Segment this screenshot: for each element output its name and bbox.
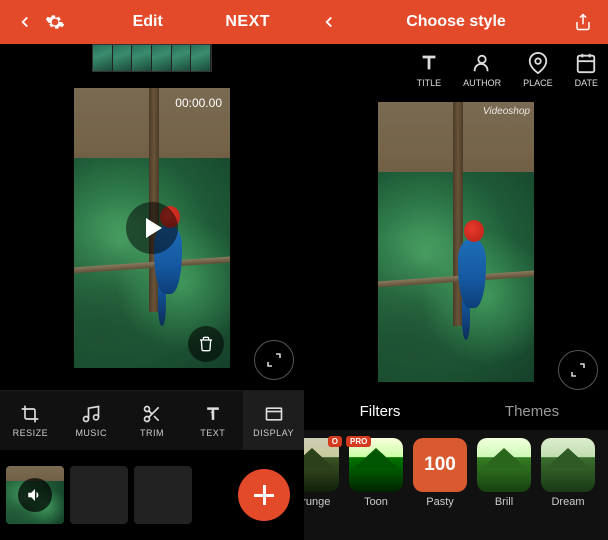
tab-themes[interactable]: Themes bbox=[456, 394, 608, 430]
filter-brill[interactable]: Brill bbox=[476, 438, 532, 508]
tool-display[interactable]: DISPLAY bbox=[243, 391, 304, 450]
clip-empty-slot[interactable] bbox=[70, 466, 128, 524]
style-video-preview[interactable]: Videoshop bbox=[378, 102, 534, 382]
add-clip-button[interactable] bbox=[238, 469, 290, 521]
meta-author[interactable]: AUTHOR bbox=[463, 52, 501, 102]
meta-label: PLACE bbox=[523, 78, 553, 88]
filter-label: Toon bbox=[364, 496, 388, 508]
fullscreen-button[interactable] bbox=[254, 340, 294, 380]
tool-text[interactable]: TEXT bbox=[182, 391, 243, 450]
filter-label: Brill bbox=[495, 496, 513, 508]
crop-icon bbox=[20, 404, 40, 424]
filter-dream[interactable]: Dream bbox=[540, 438, 596, 508]
timecode-label: 00:00.00 bbox=[175, 96, 222, 110]
edit-title: Edit bbox=[133, 13, 163, 31]
meta-title[interactable]: TITLE bbox=[417, 52, 442, 102]
text-icon bbox=[203, 404, 223, 424]
tool-resize[interactable]: RESIZE bbox=[0, 391, 61, 450]
meta-date[interactable]: DATE bbox=[575, 52, 598, 102]
filter-label: Pasty bbox=[426, 496, 454, 508]
video-preview[interactable]: 00:00.00 bbox=[74, 88, 230, 368]
filter-toon[interactable]: PRO Toon bbox=[348, 438, 404, 508]
play-button[interactable] bbox=[126, 202, 178, 254]
tool-trim[interactable]: TRIM bbox=[122, 391, 183, 450]
sound-icon bbox=[18, 478, 52, 512]
meta-label: DATE bbox=[575, 78, 598, 88]
edit-toolbar: RESIZE MUSIC TRIM TEXT DISPLAY bbox=[0, 390, 304, 450]
tool-label: TEXT bbox=[200, 428, 225, 438]
back-button[interactable] bbox=[314, 7, 344, 37]
preview-area: 00:00.00 bbox=[0, 44, 304, 390]
tool-music[interactable]: MUSIC bbox=[61, 391, 122, 450]
meta-label: TITLE bbox=[417, 78, 442, 88]
pro-badge: O bbox=[328, 436, 342, 447]
meta-label: AUTHOR bbox=[463, 78, 501, 88]
style-title: Choose style bbox=[406, 13, 506, 31]
filter-list[interactable]: O Grunge PRO Toon 100 Pasty Brill Dream bbox=[304, 430, 608, 540]
scissors-icon bbox=[142, 404, 162, 424]
style-tabs: Filters Themes bbox=[304, 394, 608, 430]
clip-empty-slot[interactable] bbox=[134, 466, 192, 524]
style-preview-area: Videoshop bbox=[304, 102, 608, 394]
metadata-row: TITLE AUTHOR PLACE DATE bbox=[304, 44, 608, 102]
back-button[interactable] bbox=[10, 7, 40, 37]
timeline-strip[interactable] bbox=[92, 44, 212, 72]
filter-pasty[interactable]: 100 Pasty bbox=[412, 438, 468, 508]
pro-badge: PRO bbox=[346, 436, 371, 447]
filter-label: Dream bbox=[551, 496, 584, 508]
place-icon bbox=[527, 52, 549, 74]
fullscreen-button[interactable] bbox=[558, 350, 598, 390]
tool-label: TRIM bbox=[140, 428, 164, 438]
clip-tray bbox=[0, 450, 304, 540]
tool-label: MUSIC bbox=[75, 428, 107, 438]
next-button[interactable]: NEXT bbox=[225, 13, 270, 31]
watermark-label: Videoshop bbox=[483, 106, 530, 117]
display-icon bbox=[264, 404, 284, 424]
edit-screen: Edit NEXT 00:00.00 bbox=[0, 0, 304, 540]
filter-label: Grunge bbox=[304, 496, 330, 508]
tool-label: RESIZE bbox=[13, 428, 49, 438]
filter-grunge[interactable]: O Grunge bbox=[304, 438, 340, 508]
edit-topbar: Edit NEXT bbox=[0, 0, 304, 44]
tab-filters[interactable]: Filters bbox=[304, 394, 456, 430]
music-icon bbox=[81, 404, 101, 424]
clip-thumbnail[interactable] bbox=[6, 466, 64, 524]
delete-clip-button[interactable] bbox=[188, 326, 224, 362]
tool-label: DISPLAY bbox=[253, 428, 294, 438]
share-button[interactable] bbox=[568, 7, 598, 37]
style-screen: Choose style TITLE AUTHOR PLACE DATE bbox=[304, 0, 608, 540]
settings-button[interactable] bbox=[40, 7, 70, 37]
date-icon bbox=[575, 52, 597, 74]
title-icon bbox=[418, 52, 440, 74]
meta-place[interactable]: PLACE bbox=[523, 52, 553, 102]
style-topbar: Choose style bbox=[304, 0, 608, 44]
pasty-value: 100 bbox=[413, 438, 467, 492]
author-icon bbox=[471, 52, 493, 74]
